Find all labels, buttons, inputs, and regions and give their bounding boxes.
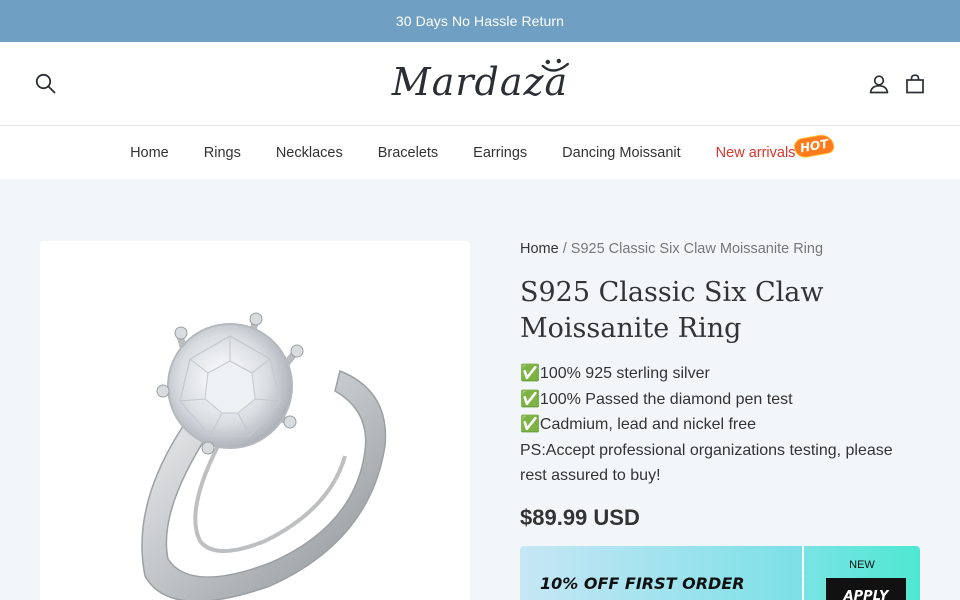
ring-image <box>141 312 387 600</box>
product-info: Home / S925 Classic Six Claw Moissanite … <box>520 241 920 531</box>
coupon-headline: 10% OFF FIRST ORDER <box>540 574 745 593</box>
nav-new-arrivals[interactable]: New arrivals HOT <box>698 133 847 161</box>
coupon-banner: 10% OFF FIRST ORDER NEW APPLY <box>520 546 920 600</box>
coupon-offer: 10% OFF FIRST ORDER <box>520 546 802 600</box>
breadcrumb-separator: / <box>562 241 567 257</box>
product-title: S925 Classic Six Claw Moissanite Ring <box>520 277 824 344</box>
account-icon[interactable] <box>868 73 890 95</box>
announcement-text: 30 Days No Hassle Return <box>395 13 565 29</box>
main-nav: Home Rings Necklaces Bracelets Earrings … <box>0 126 960 179</box>
feature-item: PS:Accept professional organizations tes… <box>520 441 893 485</box>
breadcrumb: Home / S925 Classic Six Claw Moissanite … <box>520 241 920 257</box>
nav-dancing-moissanite[interactable]: Dancing Moissanit <box>545 145 698 161</box>
product-image[interactable] <box>40 241 470 600</box>
product-price: $89.99 USD <box>520 504 640 530</box>
coupon-tag: NEW <box>849 559 875 571</box>
header-actions <box>868 73 926 95</box>
coupon-action: NEW APPLY <box>804 546 920 600</box>
nav-rings[interactable]: Rings <box>186 145 258 161</box>
feature-item: ✅100% Passed the diamond pen test <box>520 390 793 408</box>
announcement-bar: 30 Days No Hassle Return <box>0 0 960 42</box>
cart-icon[interactable] <box>904 73 926 95</box>
smile-icon <box>541 58 570 72</box>
apply-button[interactable]: APPLY <box>826 578 906 600</box>
feature-item: ✅Cadmium, lead and nickel free <box>520 416 757 433</box>
product-features: ✅100% 925 sterling silver ✅100% Passed t… <box>520 361 920 489</box>
nav-necklaces[interactable]: Necklaces <box>258 145 360 161</box>
site-header: Mardaza <box>0 42 960 126</box>
search-icon[interactable] <box>34 73 56 95</box>
nav-bracelets[interactable]: Bracelets <box>360 145 455 161</box>
product-section: Home / S925 Classic Six Claw Moissanite … <box>0 179 960 600</box>
nav-new-arrivals-label: New arrivals <box>715 144 796 161</box>
hot-badge: HOT <box>793 133 835 158</box>
breadcrumb-current: S925 Classic Six Claw Moissanite Ring <box>570 241 824 257</box>
feature-item: ✅100% 925 sterling silver <box>520 365 710 382</box>
nav-earrings[interactable]: Earrings <box>456 145 545 161</box>
breadcrumb-home[interactable]: Home <box>520 241 559 257</box>
nav-home[interactable]: Home <box>113 145 187 161</box>
brand-logo[interactable]: Mardaza <box>392 56 570 108</box>
